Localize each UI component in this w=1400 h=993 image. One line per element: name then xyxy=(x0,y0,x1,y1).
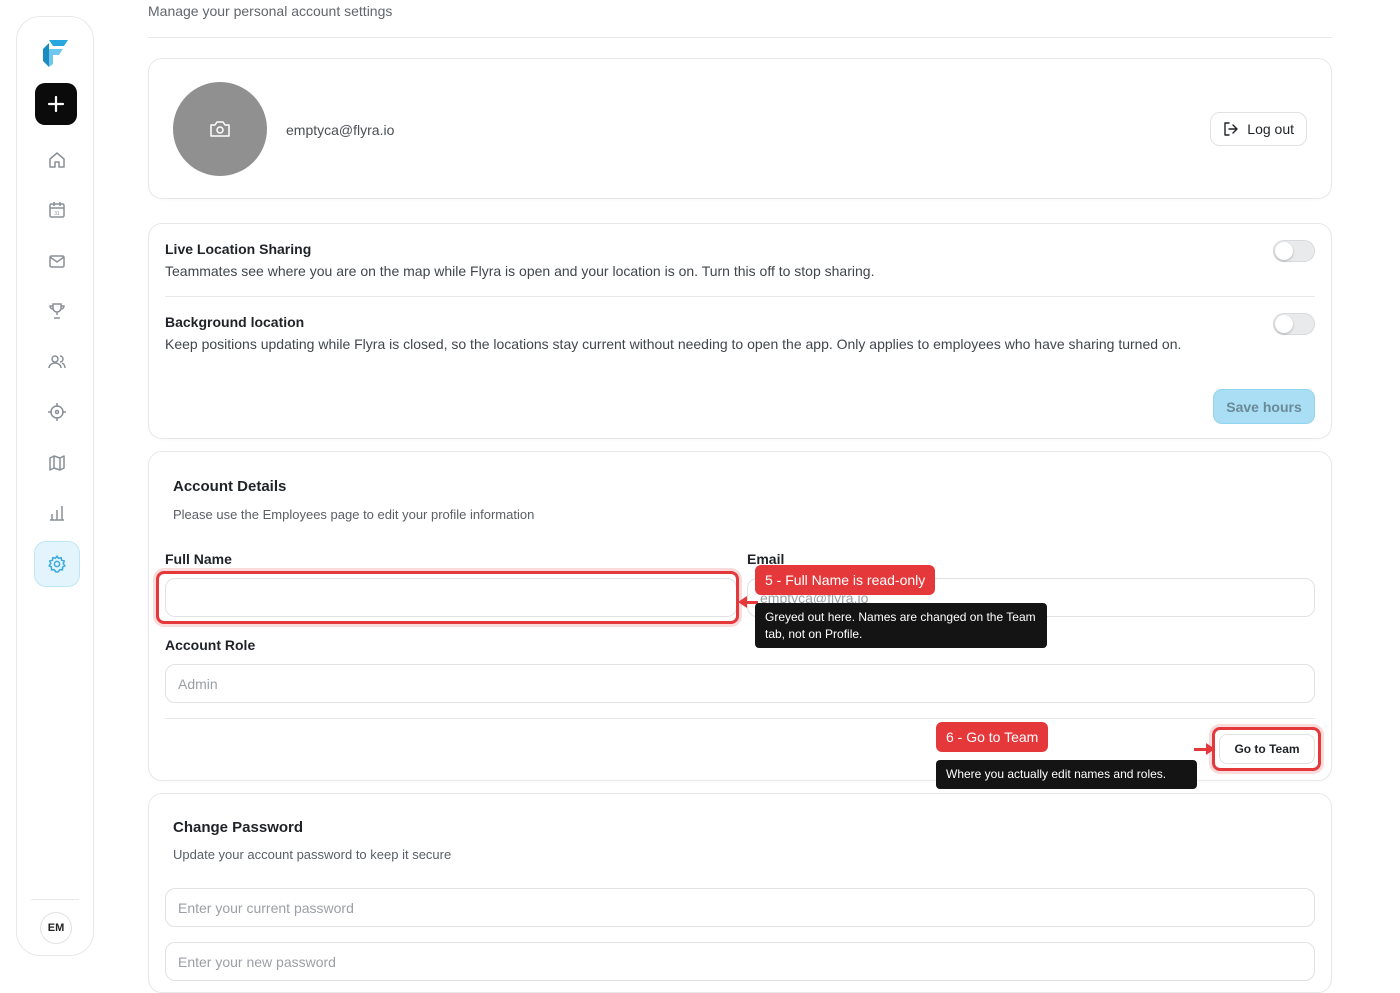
change-password-card: Change Password Update your account pass… xyxy=(148,793,1332,993)
calendar-icon: 31 xyxy=(49,202,65,218)
annotation-6-tag: 6 - Go to Team xyxy=(936,722,1049,752)
home-icon xyxy=(49,152,65,168)
change-password-desc: Update your account password to keep it … xyxy=(173,847,452,862)
account-details-desc: Please use the Employees page to edit yo… xyxy=(173,507,535,522)
live-location-toggle[interactable] xyxy=(1273,240,1315,262)
account-divider xyxy=(165,718,1315,719)
plus-icon xyxy=(47,95,65,113)
go-to-team-highlight xyxy=(1212,727,1321,771)
full-name-highlight xyxy=(156,571,739,624)
annotation-5-arrowhead xyxy=(738,596,747,608)
location-card: Live Location Sharing Teammates see wher… xyxy=(148,223,1332,439)
annotation-6-note: Where you actually edit names and roles. xyxy=(936,760,1197,789)
nav-calendar[interactable]: 31 xyxy=(34,187,80,233)
profile-photo[interactable] xyxy=(173,82,267,176)
account-role-field[interactable]: Admin xyxy=(165,664,1315,703)
live-location-title: Live Location Sharing xyxy=(165,241,312,257)
chart-icon xyxy=(50,506,64,521)
nav-home[interactable] xyxy=(34,137,80,183)
camera-icon xyxy=(210,121,230,137)
logout-icon xyxy=(1224,122,1238,136)
annotation-5-note: Greyed out here. Names are changed on th… xyxy=(755,603,1047,648)
change-password-title: Change Password xyxy=(173,819,304,836)
nav-map[interactable] xyxy=(34,440,80,486)
background-location-title: Background location xyxy=(165,314,305,330)
add-button[interactable] xyxy=(35,83,77,125)
logout-button[interactable]: Log out xyxy=(1210,112,1307,146)
nav-users[interactable] xyxy=(34,339,80,385)
account-role-label: Account Role xyxy=(165,637,256,653)
nav-settings[interactable] xyxy=(34,541,80,587)
header-divider xyxy=(148,37,1332,38)
profile-card: emptyca@flyra.io Log out xyxy=(148,58,1332,199)
annotation-6-arrowhead xyxy=(1206,743,1215,755)
new-password-field[interactable]: Enter your new password xyxy=(165,942,1315,981)
calendar-day: 31 xyxy=(54,211,60,217)
map-icon xyxy=(49,455,65,471)
mail-icon xyxy=(49,255,65,268)
page-subtitle: Manage your personal account settings xyxy=(148,3,393,19)
nav-trophy[interactable] xyxy=(34,288,80,334)
annotation-5-tag: 5 - Full Name is read-only xyxy=(755,565,936,595)
sidebar: 31 EM xyxy=(16,16,94,956)
nav-mail[interactable] xyxy=(34,238,80,284)
logout-label: Log out xyxy=(1247,121,1294,137)
save-hours-button[interactable]: Save hours xyxy=(1213,389,1315,424)
crosshair-icon xyxy=(48,403,66,421)
flyra-logo[interactable] xyxy=(41,37,71,67)
live-location-desc: Teammates see where you are on the map w… xyxy=(165,263,875,279)
settings-icon xyxy=(48,555,66,573)
background-location-toggle[interactable] xyxy=(1273,313,1315,335)
trophy-icon xyxy=(49,303,65,319)
location-divider xyxy=(165,296,1315,297)
profile-email: emptyca@flyra.io xyxy=(286,122,395,138)
nav-reports[interactable] xyxy=(34,490,80,536)
users-icon xyxy=(48,355,66,369)
account-details-title: Account Details xyxy=(173,478,287,495)
user-avatar[interactable]: EM xyxy=(40,912,72,944)
full-name-label: Full Name xyxy=(165,551,232,567)
current-password-field[interactable]: Enter your current password xyxy=(165,888,1315,927)
nav-tracking[interactable] xyxy=(34,389,80,435)
sidebar-divider xyxy=(31,899,79,900)
annotation-6-arrow xyxy=(1194,748,1206,751)
background-location-desc: Keep positions updating while Flyra is c… xyxy=(165,336,1182,352)
